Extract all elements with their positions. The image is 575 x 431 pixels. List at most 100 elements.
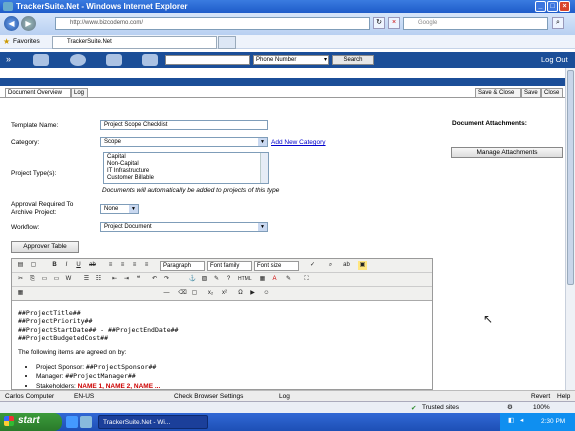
text-color-icon[interactable]: A [270,275,279,284]
expand-icon[interactable]: » [6,54,11,64]
fullscreen-icon[interactable]: ⛶ [302,275,311,284]
revert-link[interactable]: Revert [531,393,550,400]
workflow-select[interactable]: Project Document ▼ [100,222,268,232]
font-size-select[interactable]: Font size [254,261,299,271]
numbered-list-icon[interactable]: ☷ [94,275,103,284]
globe-icon[interactable] [70,54,86,66]
list-item[interactable]: Capital [107,154,265,161]
spellcheck-icon[interactable]: ✓ [308,261,317,270]
logout-link[interactable]: Log Out [541,55,568,64]
add-new-category-link[interactable]: Add New Category [271,139,326,146]
app-search-input[interactable] [165,55,250,65]
cleanup-icon[interactable]: ✎ [212,275,221,284]
paste-text-icon[interactable]: ▭ [52,275,61,284]
align-center-icon[interactable]: ≡ [118,261,127,270]
stop-icon[interactable]: × [388,17,400,29]
editor-content[interactable]: ##ProjectTitle## ##ProjectPriority## ##P… [18,309,428,390]
approver-table-button[interactable]: Approver Table [11,241,79,253]
undo-icon[interactable]: ↶ [150,275,159,284]
list-item[interactable]: IT Infrastructure [107,168,265,175]
category-select[interactable]: Scope ▼ [100,137,268,147]
template-name-input[interactable]: Project Scope Checklist [100,120,268,130]
source-icon[interactable]: ▤ [16,261,25,270]
html-icon[interactable]: HTML [238,275,252,284]
bold-icon[interactable]: B [50,261,59,270]
justify-icon[interactable]: ≡ [142,261,151,270]
tab-document-overview[interactable]: Document Overview [5,88,71,98]
listbox-scrollbar[interactable] [260,153,268,183]
outdent-icon[interactable]: ⇤ [110,275,119,284]
strikethrough-icon[interactable]: ab [88,261,97,270]
save-close-button[interactable]: Save & Close [475,88,521,98]
status-log-link[interactable]: Log [279,393,290,400]
indent-icon[interactable]: ⇥ [122,275,131,284]
checklist-icon[interactable] [142,54,158,66]
find-icon[interactable]: ⌕ [326,261,335,270]
anchor-icon[interactable]: ⚓ [188,275,197,284]
close-window-button[interactable]: × [559,1,570,12]
network-icon[interactable]: ◧ [508,416,514,424]
align-right-icon[interactable]: ≡ [130,261,139,270]
manage-attachments-button[interactable]: Manage Attachments [451,147,563,158]
emotions-icon[interactable]: ☺ [262,289,271,298]
list-item[interactable]: Customer Billable [107,175,265,182]
new-tab-button[interactable] [218,36,236,49]
blockquote-icon[interactable]: ❝ [134,275,143,284]
search-icon[interactable]: ⌕ [552,17,564,29]
maximize-button[interactable]: □ [547,1,558,12]
font-family-select[interactable]: Font family [207,261,252,271]
page-scrollbar[interactable] [565,68,575,390]
search-input[interactable]: Google [403,17,548,30]
new-doc-icon[interactable]: ▢ [29,261,38,270]
superscript-icon[interactable]: x² [220,289,229,298]
copy-icon[interactable]: ⎘ [28,275,37,284]
forward-button[interactable]: ▶ [21,16,36,31]
project-types-listbox[interactable]: Capital Non-Capital IT Infrastructure Cu… [103,152,269,184]
underline-icon[interactable]: U [74,261,83,270]
cut-icon[interactable]: ✂ [16,275,25,284]
scrollbar-thumb[interactable] [567,70,574,285]
hr-icon[interactable]: — [162,289,171,298]
taskbar-window-button[interactable]: TrackerSuite.Net - Wi... [98,415,208,429]
paste-icon[interactable]: ▭ [40,275,49,284]
highlight-icon[interactable]: ✎ [284,275,293,284]
bullet-list-icon[interactable]: ☰ [82,275,91,284]
desktop-quicklaunch-icon[interactable] [80,416,92,428]
check-browser-settings-link[interactable]: Check Browser Settings [174,393,243,400]
table-icon[interactable]: ▦ [16,289,25,298]
approval-select[interactable]: None ▼ [100,204,139,214]
favorites-button[interactable]: Favorites [13,38,40,45]
url-input[interactable]: http://www.bizcodemo.com/ [55,17,370,30]
italic-icon[interactable]: I [62,261,71,270]
list-item[interactable]: Non-Capital [107,161,265,168]
format-select[interactable]: Paragraph [160,261,205,271]
back-button[interactable]: ◀ [4,16,19,31]
tab-log[interactable]: Log [71,88,88,98]
help-icon[interactable]: ? [224,275,233,284]
image-icon[interactable]: ▨ [200,275,209,284]
subscript-icon[interactable]: x₂ [206,289,215,298]
media-icon[interactable]: ▶ [248,289,257,298]
ie-quicklaunch-icon[interactable] [66,416,78,428]
template-icon[interactable]: ▣ [358,261,367,270]
volume-icon[interactable]: ◂ [520,416,523,424]
help-link[interactable]: Help [557,393,570,400]
grid-icon[interactable] [106,54,122,66]
charmap-icon[interactable]: Ω [236,289,245,298]
replace-icon[interactable]: ab [342,261,351,270]
home-icon[interactable] [33,54,49,66]
visual-aid-icon[interactable]: ▢ [190,289,199,298]
insert-table-icon[interactable]: ▦ [258,275,267,284]
search-type-select[interactable]: Phone Number ▾ [253,55,329,65]
align-left-icon[interactable]: ≡ [106,261,115,270]
remove-format-icon[interactable]: ⌫ [178,289,187,298]
refresh-icon[interactable]: ↻ [373,17,385,29]
start-button[interactable]: start [0,413,62,431]
app-search-button[interactable]: Search [332,55,374,65]
browser-tab[interactable]: TrackerSuite.Net [52,36,217,49]
zoom-level[interactable]: 100% [533,404,550,411]
close-button[interactable]: Close [541,88,563,98]
redo-icon[interactable]: ↷ [162,275,171,284]
paste-word-icon[interactable]: W [64,275,73,284]
save-button[interactable]: Save [521,88,541,98]
